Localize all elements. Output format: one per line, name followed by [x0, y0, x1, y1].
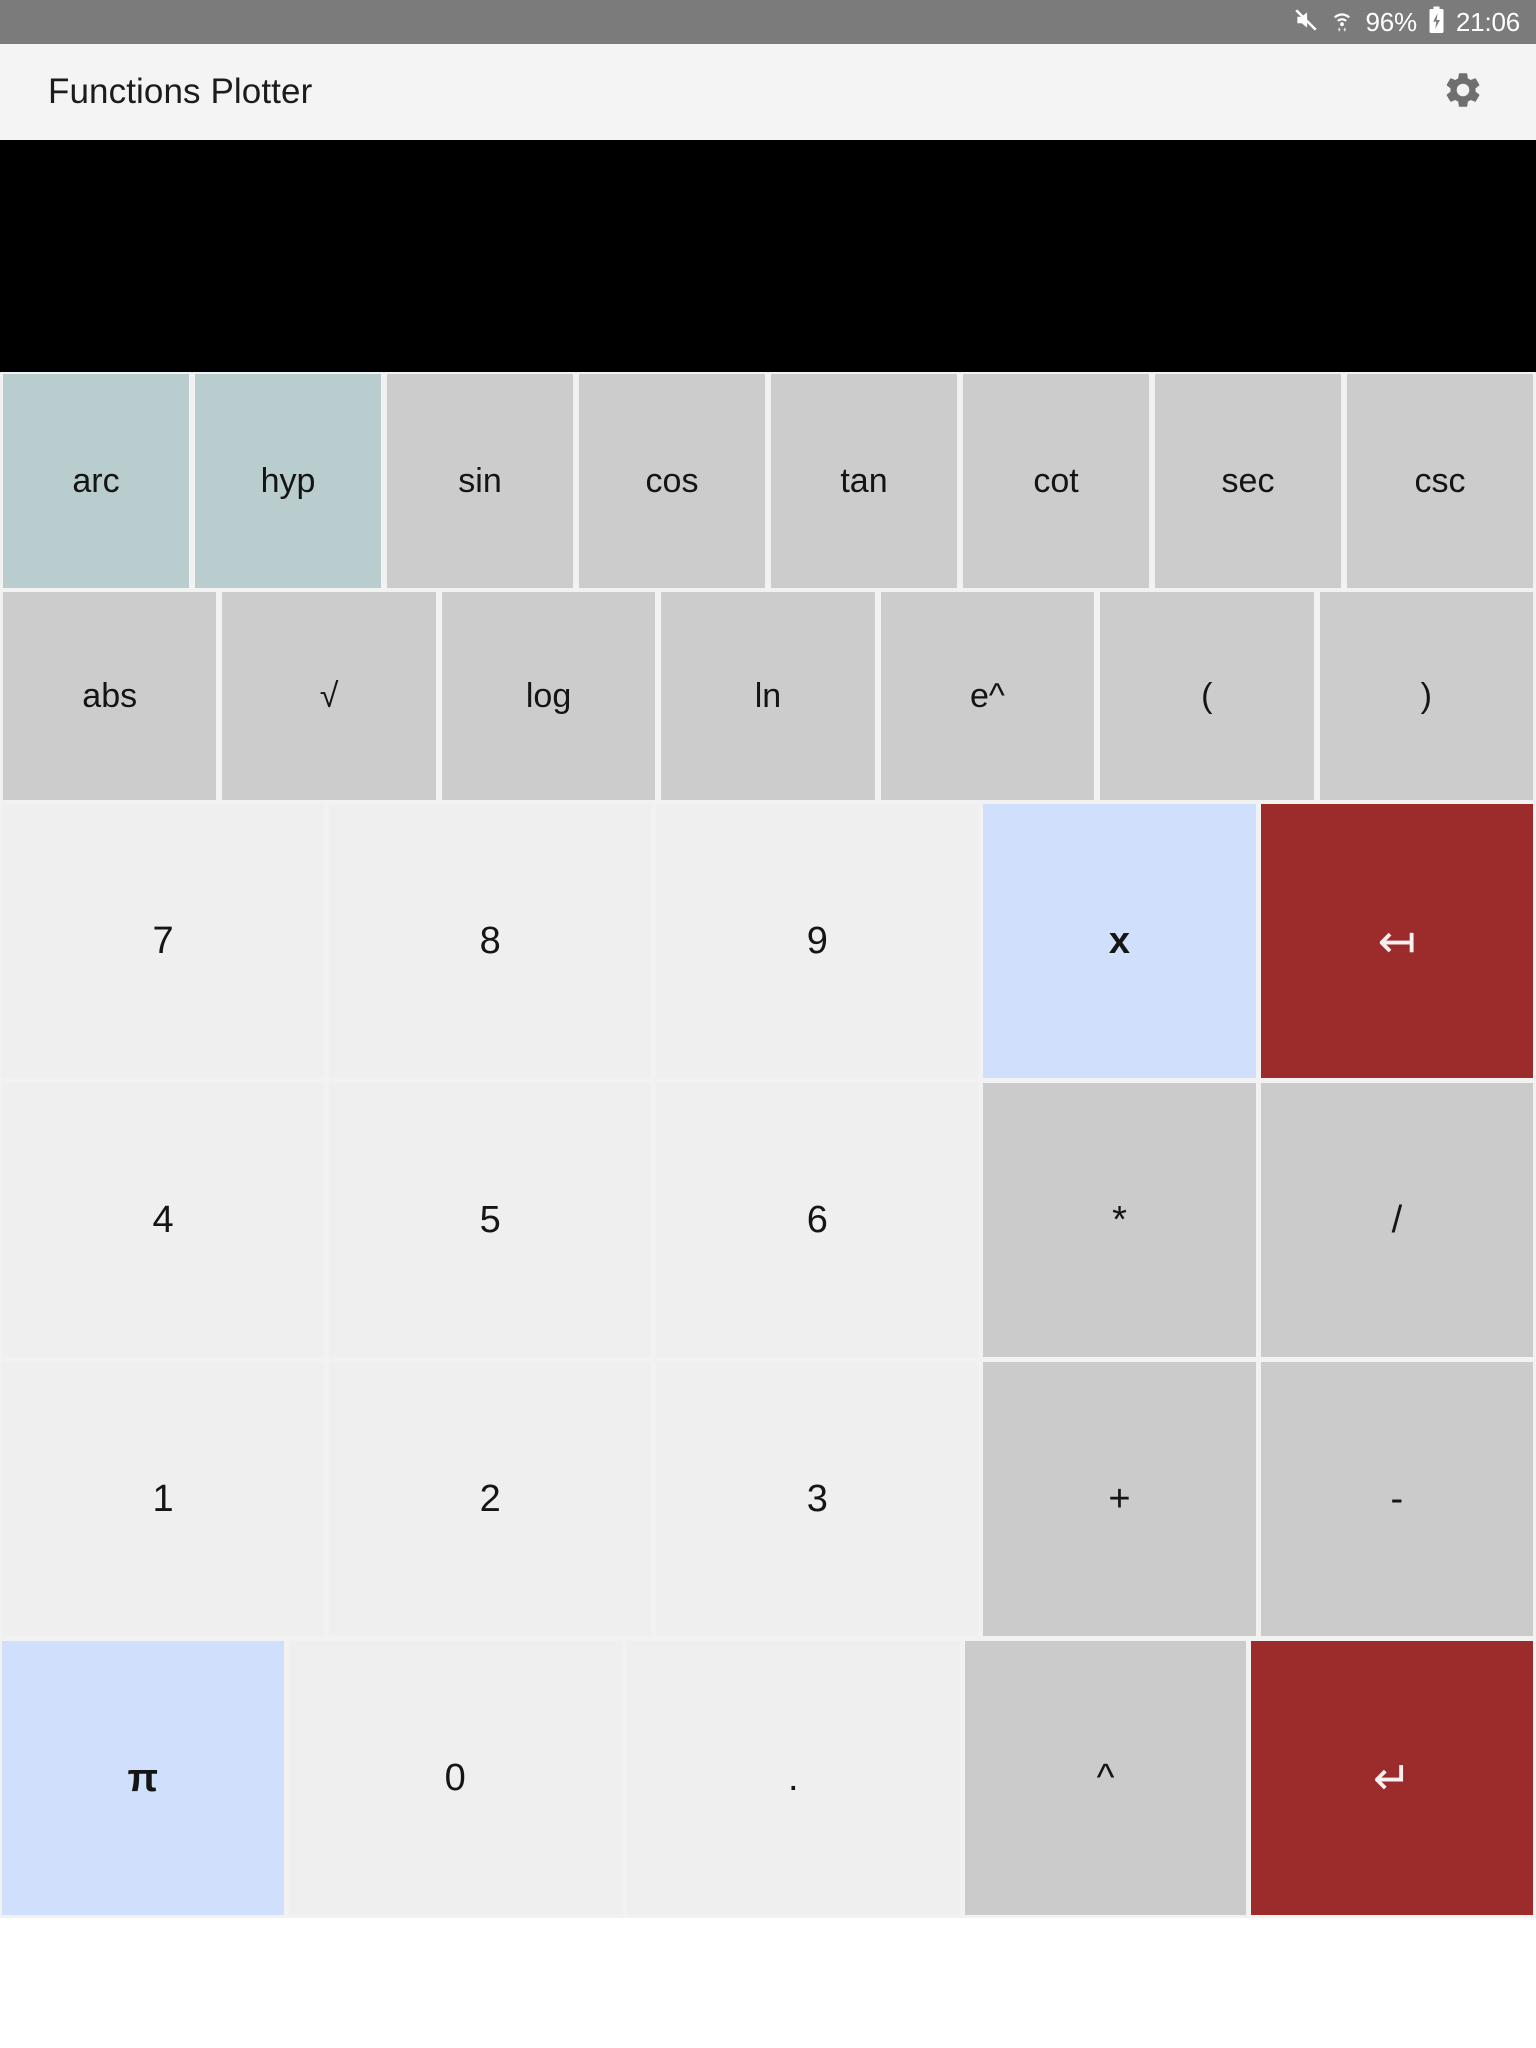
fn-button-arc[interactable]: arc — [3, 374, 189, 588]
clock-label: 21:06 — [1455, 7, 1520, 37]
fn-button-cot[interactable]: cot — [963, 374, 1149, 588]
fn-button-sqrt[interactable]: √ — [222, 592, 436, 800]
fn-button-log[interactable]: log — [441, 592, 656, 800]
keypad-row-4: π 0 . ^ ↵ — [0, 1639, 1536, 1918]
key-minus[interactable]: - — [1260, 1362, 1534, 1636]
fn-button-tan[interactable]: tan — [771, 374, 957, 588]
fn-button-sin[interactable]: sin — [387, 374, 573, 588]
fn-button-exp[interactable]: e^ — [880, 592, 1095, 800]
fn-button-ln[interactable]: ln — [661, 592, 875, 800]
function-row-1: arc hyp sin cos tan cot sec csc — [0, 372, 1536, 590]
key-pi[interactable]: π — [2, 1641, 284, 1915]
keypad-row-1: 7 8 9 x ↤ — [0, 802, 1536, 1081]
keypad-row-2: 4 5 6 * / — [0, 1081, 1536, 1360]
fn-button-open-paren[interactable]: ( — [1100, 592, 1314, 800]
fn-button-hyp[interactable]: hyp — [195, 374, 381, 588]
key-7[interactable]: 7 — [2, 804, 325, 1078]
key-2[interactable]: 2 — [329, 1362, 652, 1636]
status-bar: 96% 21:06 — [0, 0, 1536, 44]
function-row-2: abs √ log ln e^ ( ) — [0, 590, 1536, 802]
key-1[interactable]: 1 — [2, 1362, 325, 1636]
key-8[interactable]: 8 — [329, 804, 652, 1078]
battery-charging-icon — [1428, 6, 1445, 39]
battery-percent-label: 96% — [1365, 7, 1417, 37]
key-5[interactable]: 5 — [329, 1083, 652, 1357]
key-divide[interactable]: / — [1260, 1083, 1534, 1357]
key-decimal-point[interactable]: . — [626, 1641, 960, 1915]
mute-icon — [1293, 7, 1319, 38]
keypad: 7 8 9 x ↤ 4 5 6 * / 1 2 3 + - π 0 . ^ ↵ — [0, 802, 1536, 1918]
keypad-row-3: 1 2 3 + - — [0, 1360, 1536, 1639]
plot-canvas[interactable] — [0, 140, 1536, 372]
key-pi-label: π — [127, 1755, 159, 1800]
fn-button-csc[interactable]: csc — [1347, 374, 1533, 588]
key-enter[interactable]: ↵ — [1251, 1641, 1533, 1915]
key-decimal-label: . — [787, 1756, 799, 1799]
fn-button-sec[interactable]: sec — [1155, 374, 1341, 588]
fn-button-close-paren[interactable]: ) — [1319, 592, 1533, 800]
key-variable-x[interactable]: x — [983, 804, 1256, 1078]
backspace-icon: ↤ — [1377, 915, 1417, 967]
key-6[interactable]: 6 — [656, 1083, 979, 1357]
key-0[interactable]: 0 — [288, 1641, 622, 1915]
enter-icon: ↵ — [1372, 1752, 1412, 1804]
settings-button[interactable] — [1436, 65, 1490, 119]
key-multiply[interactable]: * — [983, 1083, 1256, 1357]
fn-button-abs[interactable]: abs — [3, 592, 217, 800]
app-bar: Functions Plotter — [0, 44, 1536, 140]
key-plus[interactable]: + — [983, 1362, 1256, 1636]
key-backspace[interactable]: ↤ — [1260, 804, 1534, 1078]
key-power[interactable]: ^ — [964, 1641, 1247, 1915]
fn-button-cos[interactable]: cos — [579, 374, 765, 588]
key-4[interactable]: 4 — [2, 1083, 325, 1357]
key-9[interactable]: 9 — [656, 804, 979, 1078]
gear-icon — [1442, 69, 1484, 116]
key-3[interactable]: 3 — [656, 1362, 979, 1636]
wifi-icon — [1330, 7, 1354, 38]
page-title: Functions Plotter — [48, 72, 313, 111]
status-bar-items: 96% 21:06 — [1293, 6, 1520, 39]
